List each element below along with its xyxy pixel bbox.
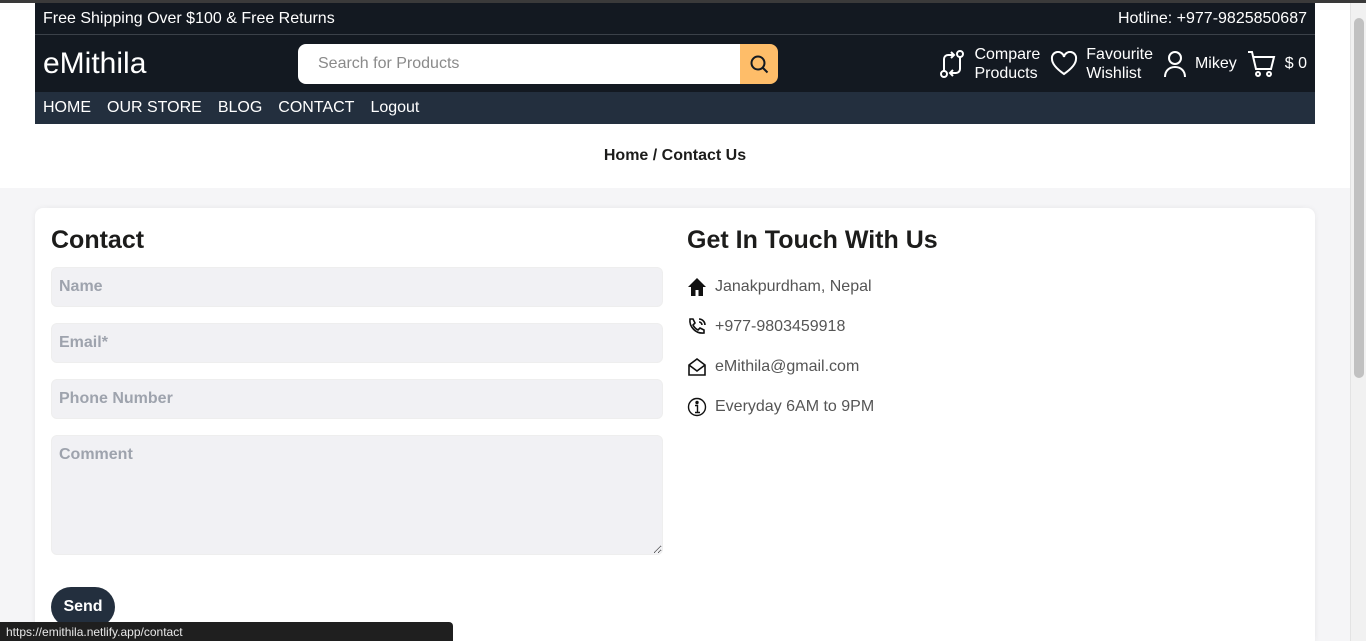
nav-logout[interactable]: Logout [370,99,419,117]
phone-row: +977-9803459918 [687,307,1287,347]
main-header-bar: eMithila CompareProducts FavouriteWishli… [35,35,1315,92]
cart-icon [1247,50,1276,77]
info-icon [687,397,707,417]
hotline-text: Hotline: +977-9825850687 [1117,9,1307,27]
compare-label-1: Compare [974,45,1041,63]
contact-card: Contact Send Get In Touch With Us Janakp… [35,208,1315,641]
wishlist-link[interactable]: Favourite Wishlist [1050,45,1153,83]
email-field[interactable] [51,323,663,363]
nav-home[interactable]: HOME [43,99,91,117]
nav-blog[interactable]: BLOG [218,99,262,117]
phone-icon [689,318,706,334]
search-icon [750,55,769,73]
breadcrumb: Home / Contact Us [603,147,747,164]
wishlist-label-2: Wishlist [1086,64,1142,82]
hours-text: Everyday 6AM to 9PM [715,398,875,415]
compare-icon [940,49,965,78]
email-row: eMithila@gmail.com [687,347,1287,387]
page: Free Shipping Over $100 & Free Returns H… [0,3,1350,641]
cart-link[interactable]: $ 0 [1247,50,1307,78]
promo-bar: Free Shipping Over $100 & Free Returns H… [35,3,1315,35]
comment-field[interactable] [51,435,663,555]
nav-our-store[interactable]: OUR STORE [107,99,202,117]
page-scrollbar[interactable] [1350,3,1366,641]
nav-contact[interactable]: CONTACT [278,99,354,117]
phone-text: +977-9803459918 [715,318,846,335]
name-field[interactable] [51,267,663,307]
user-icon [1163,50,1186,77]
email-text: eMithila@gmail.com [715,358,860,375]
send-button[interactable]: Send [51,587,115,627]
home-icon [688,278,706,296]
phone-field[interactable] [51,379,663,419]
main-nav: HOME OUR STORE BLOG CONTACT Logout [35,92,1315,124]
compare-label-2: Products [974,64,1038,82]
wishlist-label-1: Favourite [1086,45,1153,63]
contact-title: Contact [51,226,145,254]
envelope-open-icon [688,358,706,376]
get-in-touch-section: Get In Touch With Us Janakpurdham, Nepal… [687,226,1287,427]
address-text: Janakpurdham, Nepal [715,278,872,295]
status-bar-url: https://emithila.netlify.app/contact [0,622,453,641]
search-bar [298,43,778,84]
promo-text: Free Shipping Over $100 & Free Returns [43,9,335,27]
site-header: Free Shipping Over $100 & Free Returns H… [35,3,1315,124]
account-link[interactable]: Mikey [1163,50,1237,78]
hours-row: Everyday 6AM to 9PM [687,387,1287,427]
address-row: Janakpurdham, Nepal [687,267,1287,307]
search-input[interactable] [298,43,740,84]
scrollbar-thumb[interactable] [1354,18,1364,378]
search-button[interactable] [740,43,778,84]
contact-form-section: Contact Send [51,226,663,627]
heart-icon [1051,50,1078,75]
header-links: Compare Products Favourite Wishlist Mikey … [938,45,1307,83]
get-in-touch-title: Get In Touch With Us [687,226,938,254]
user-name: Mikey [1194,55,1237,72]
site-logo[interactable]: eMithila [43,47,298,81]
cart-total: $ 0 [1284,55,1307,72]
compare-products-link[interactable]: Compare Products [938,45,1040,83]
